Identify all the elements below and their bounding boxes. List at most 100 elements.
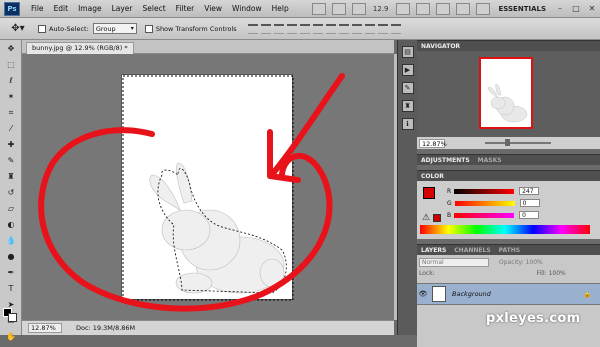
adjustments-panel-header[interactable]: ADJUSTMENTS MASKS xyxy=(417,154,600,165)
clone-stamp-tool-icon[interactable]: ♜ xyxy=(4,170,18,184)
menu-select[interactable]: Select xyxy=(138,4,171,13)
brushes-panel-icon[interactable]: ✎ xyxy=(401,82,414,94)
canvas-area[interactable] xyxy=(22,54,394,320)
menu-window[interactable]: Window xyxy=(227,4,267,13)
align-top-icon[interactable] xyxy=(247,23,258,34)
workspace-switcher[interactable]: ESSENTIALS xyxy=(499,5,547,13)
navigator-panel-header[interactable]: NAVIGATOR xyxy=(417,40,600,51)
move-tool-icon[interactable]: ✥ xyxy=(4,42,18,56)
menu-filter[interactable]: Filter xyxy=(171,4,200,13)
healing-brush-tool-icon[interactable]: ✚ xyxy=(4,138,18,152)
background-color-swatch[interactable] xyxy=(8,313,17,322)
status-zoom-field[interactable]: 12.87% xyxy=(28,323,62,333)
distribute-vcenter-icon[interactable] xyxy=(338,23,349,34)
close-button[interactable]: ✕ xyxy=(586,3,598,15)
clone-source-panel-icon[interactable]: ♜ xyxy=(401,100,414,112)
rotate-view-icon[interactable] xyxy=(435,3,450,15)
type-tool-icon[interactable]: T xyxy=(4,282,18,296)
align-vcenter-icon[interactable] xyxy=(260,23,271,34)
gamut-warning-icon[interactable]: ⚠ xyxy=(422,213,430,223)
menu-edit[interactable]: Edit xyxy=(49,4,74,13)
color-foreground-swatch[interactable] xyxy=(423,187,435,199)
hand-tool-icon[interactable]: ✋ xyxy=(4,330,18,344)
layer-name[interactable]: Background xyxy=(452,290,491,298)
masks-tab[interactable]: MASKS xyxy=(478,157,502,164)
align-left-icon[interactable] xyxy=(286,23,297,34)
crop-tool-icon[interactable]: ⌗ xyxy=(4,106,18,120)
color-spectrum-ramp[interactable] xyxy=(420,225,590,234)
red-channel-slider[interactable] xyxy=(454,188,515,194)
magic-wand-tool-icon[interactable]: ✶ xyxy=(4,90,18,104)
move-tool-icon[interactable]: ✥▾ xyxy=(6,21,30,37)
mini-bridge-icon[interactable] xyxy=(331,3,346,15)
color-tab[interactable]: COLOR xyxy=(421,173,444,180)
distribute-hcenter-icon[interactable] xyxy=(377,23,388,34)
brush-tool-icon[interactable]: ✎ xyxy=(4,154,18,168)
opacity-field[interactable]: Opacity: 100% xyxy=(499,259,543,266)
blue-channel-label: B xyxy=(447,211,452,219)
layers-panel-header[interactable]: LAYERS CHANNELS PATHS xyxy=(417,244,600,255)
blue-channel-slider[interactable] xyxy=(454,212,515,218)
auto-select-dropdown[interactable]: Group xyxy=(92,23,137,34)
fill-field[interactable]: Fill: 100% xyxy=(537,270,566,277)
history-panel-icon[interactable]: ▤ xyxy=(401,46,414,58)
eyedropper-tool-icon[interactable]: ⁄ xyxy=(4,122,18,136)
actions-panel-icon[interactable]: ▶ xyxy=(401,64,414,76)
menu-help[interactable]: Help xyxy=(267,4,294,13)
screen-mode-icon[interactable] xyxy=(475,3,490,15)
distribute-top-icon[interactable] xyxy=(325,23,336,34)
auto-select-option[interactable]: Auto-Select: Group xyxy=(38,23,137,34)
zoom-tool-icon[interactable] xyxy=(415,3,430,15)
adjustments-tab[interactable]: ADJUSTMENTS xyxy=(421,157,470,164)
bridge-icon[interactable] xyxy=(311,3,326,15)
eye-icon[interactable]: 👁 xyxy=(417,290,429,298)
blue-channel-value[interactable]: 0 xyxy=(519,211,540,219)
channels-tab[interactable]: CHANNELS xyxy=(454,247,490,254)
layer-row[interactable]: 👁 Background 🔒 xyxy=(417,283,600,305)
menu-file[interactable]: File xyxy=(26,4,49,13)
show-transform-option[interactable]: Show Transform Controls xyxy=(144,24,237,33)
auto-select-checkbox[interactable] xyxy=(38,24,46,33)
navigator-tab[interactable]: NAVIGATOR xyxy=(421,43,460,50)
navigator-zoom-field[interactable]: 12.87% xyxy=(419,138,447,148)
distribute-left-icon[interactable] xyxy=(364,23,375,34)
maximize-button[interactable]: □ xyxy=(570,3,582,15)
show-transform-checkbox[interactable] xyxy=(144,24,153,33)
menu-layer[interactable]: Layer xyxy=(107,4,138,13)
align-bottom-icon[interactable] xyxy=(273,23,284,34)
lasso-tool-icon[interactable]: ℓ xyxy=(4,74,18,88)
green-channel-slider[interactable] xyxy=(454,200,515,206)
blur-tool-icon[interactable]: 💧 xyxy=(4,234,18,248)
document-tab[interactable]: bunny.jpg @ 12.9% (RGB/8) * xyxy=(26,42,134,54)
hand-tool-icon[interactable] xyxy=(395,3,410,15)
distribute-bottom-icon[interactable] xyxy=(351,23,362,34)
paths-tab[interactable]: PATHS xyxy=(499,247,520,254)
menu-image[interactable]: Image xyxy=(73,4,107,13)
view-extras-icon[interactable] xyxy=(351,3,366,15)
navigator-zoom-slider[interactable] xyxy=(485,139,551,146)
color-panel-header[interactable]: COLOR xyxy=(417,170,600,181)
blue-channel-row: B 0 xyxy=(447,211,540,219)
red-channel-value[interactable]: 247 xyxy=(519,187,540,195)
menu-view[interactable]: View xyxy=(199,4,227,13)
document-size-info[interactable]: Doc: 19.3M/8.86M xyxy=(76,324,135,332)
zoom-level[interactable]: 12.9 xyxy=(373,5,389,13)
pen-tool-icon[interactable]: ✒ xyxy=(4,266,18,280)
distribute-right-icon[interactable] xyxy=(390,23,401,34)
paint-bucket-tool-icon[interactable]: ◐ xyxy=(4,218,18,232)
layers-tab[interactable]: LAYERS xyxy=(421,247,446,254)
blend-mode-dropdown[interactable]: Normal xyxy=(419,258,489,267)
slider-knob[interactable] xyxy=(505,139,510,146)
navigator-thumbnail[interactable] xyxy=(479,57,533,129)
eraser-tool-icon[interactable]: ▱ xyxy=(4,202,18,216)
gamut-color-swatch[interactable] xyxy=(433,214,441,222)
dodge-tool-icon[interactable]: ● xyxy=(4,250,18,264)
align-hcenter-icon[interactable] xyxy=(299,23,310,34)
align-right-icon[interactable] xyxy=(312,23,323,34)
arrange-documents-icon[interactable] xyxy=(455,3,470,15)
history-brush-tool-icon[interactable]: ↺ xyxy=(4,186,18,200)
green-channel-value[interactable]: 0 xyxy=(519,199,540,207)
info-panel-icon[interactable]: ℹ xyxy=(401,118,414,130)
minimize-button[interactable]: – xyxy=(554,3,566,15)
marquee-tool-icon[interactable]: ⬚ xyxy=(4,58,18,72)
